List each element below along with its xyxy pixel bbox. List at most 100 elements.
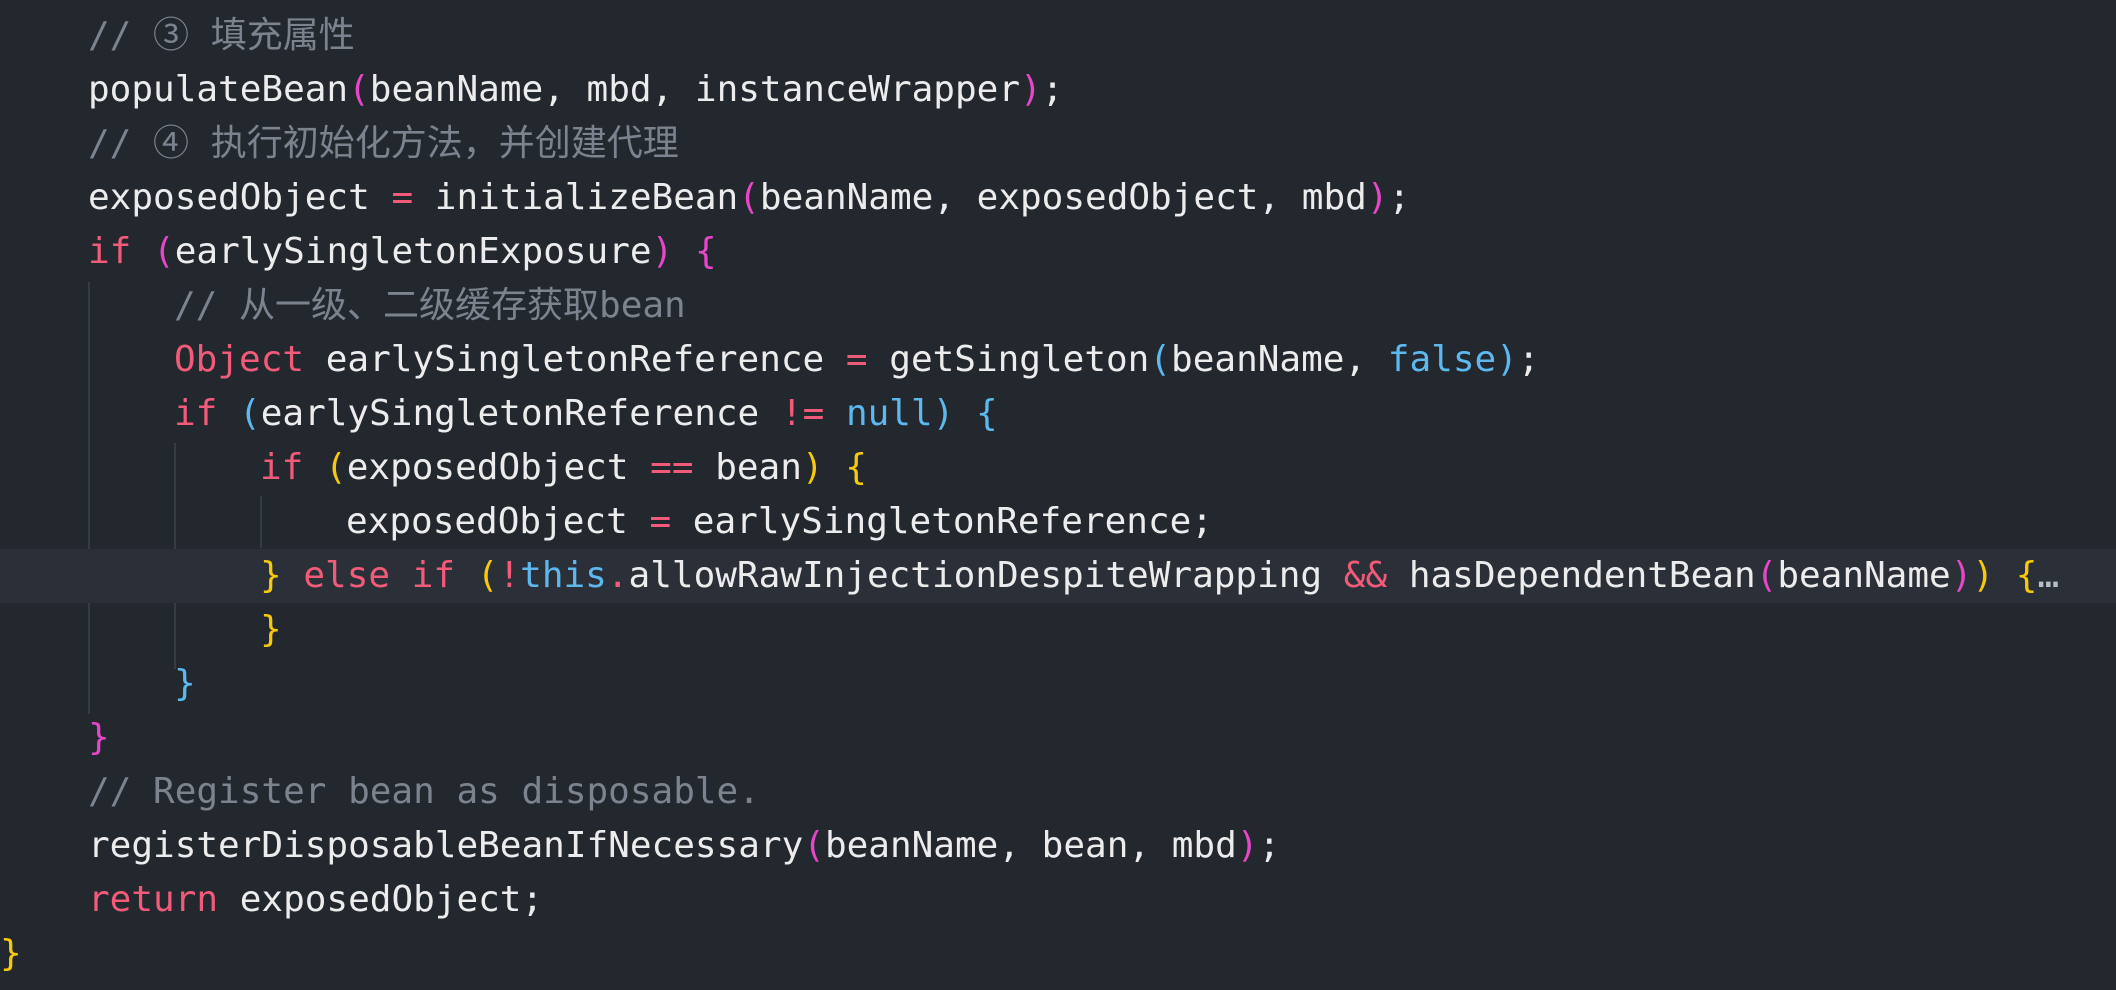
code-line[interactable]: if (earlySingletonReference != null) { xyxy=(0,387,2116,441)
code-line[interactable]: populateBean(beanName, mbd, instanceWrap… xyxy=(0,63,2116,117)
code-line[interactable]: return exposedObject; xyxy=(0,873,2116,927)
code-token: ) xyxy=(1950,555,1973,596)
code-token: != xyxy=(780,393,825,434)
code-token: ; xyxy=(1388,177,1411,218)
code-token: ) xyxy=(1366,177,1389,218)
code-token: if xyxy=(88,231,132,272)
code-token: = xyxy=(391,177,414,218)
code-line-content: } xyxy=(174,657,196,711)
code-line-content: if (earlySingletonReference != null) { xyxy=(174,387,998,441)
code-token: ) xyxy=(932,393,955,434)
code-token: ) xyxy=(1020,69,1042,110)
code-token: null xyxy=(845,393,933,434)
code-token: ( xyxy=(325,447,347,488)
code-line-content: populateBean(beanName, mbd, instanceWrap… xyxy=(88,63,1063,117)
code-token: this xyxy=(520,555,607,596)
code-token: beanName, xyxy=(1171,339,1388,380)
code-token: ( xyxy=(153,231,175,272)
code-line-content: } xyxy=(0,927,22,981)
code-line-content: if (earlySingletonExposure) { xyxy=(88,225,717,279)
code-line[interactable]: } else if (!this.allowRawInjectionDespit… xyxy=(0,549,2116,603)
code-token: ( xyxy=(803,825,825,866)
code-token: beanName, exposedObject, mbd xyxy=(759,177,1367,218)
code-token: } xyxy=(0,933,22,974)
code-line-content: // Register bean as disposable. xyxy=(88,765,760,819)
code-token: ( xyxy=(476,555,499,596)
code-token: ( xyxy=(1149,339,1172,380)
code-token: beanName, bean, mbd xyxy=(824,825,1237,866)
code-line[interactable]: registerDisposableBeanIfNecessary(beanNa… xyxy=(0,819,2116,873)
code-line-content: if (exposedObject == bean) { xyxy=(260,441,867,495)
code-line[interactable]: Object earlySingletonReference = getSing… xyxy=(0,333,2116,387)
code-token: } xyxy=(260,555,282,596)
code-token: else if xyxy=(303,555,456,596)
code-line[interactable]: } xyxy=(0,603,2116,657)
code-token: populateBean xyxy=(88,69,349,110)
code-token: ) xyxy=(651,231,674,272)
code-token: earlySingletonReference; xyxy=(671,501,1213,542)
code-line[interactable]: } xyxy=(0,927,2116,981)
code-token: exposedObject; xyxy=(218,879,544,920)
code-token: // ③ 填充属性 xyxy=(88,15,355,56)
code-line[interactable]: // ④ 执行初始化方法，并创建代理 xyxy=(0,117,2116,171)
code-token: } xyxy=(174,663,196,704)
code-line-content: exposedObject = initializeBean(beanName,… xyxy=(88,171,1410,225)
code-line[interactable]: // 从一级、二级缓存获取bean xyxy=(0,279,2116,333)
code-line-content: // ④ 执行初始化方法，并创建代理 xyxy=(88,117,679,171)
code-token: false xyxy=(1387,339,1497,380)
code-token: { xyxy=(976,393,998,434)
code-token: . xyxy=(606,555,629,596)
code-token: earlySingletonExposure xyxy=(174,231,652,272)
code-token: { xyxy=(845,447,867,488)
code-line[interactable]: exposedObject = earlySingletonReference; xyxy=(0,495,2116,549)
code-line-content: // ③ 填充属性 xyxy=(88,9,355,63)
code-line-content: } xyxy=(260,603,282,657)
code-line-content: registerDisposableBeanIfNecessary(beanNa… xyxy=(88,819,1280,873)
code-token: // Register bean as disposable. xyxy=(88,771,760,812)
code-line-content: } xyxy=(88,711,110,765)
code-line[interactable]: if (earlySingletonExposure) { xyxy=(0,225,2116,279)
code-line-content: return exposedObject; xyxy=(88,873,543,927)
code-token: if xyxy=(174,393,218,434)
code-line[interactable]: // Register bean as disposable. xyxy=(0,765,2116,819)
code-token: getSingleton xyxy=(867,339,1150,380)
code-token: ; xyxy=(1258,825,1281,866)
code-line[interactable]: // ③ 填充属性 xyxy=(0,9,2116,63)
code-token: Object xyxy=(174,339,305,380)
code-token: ) xyxy=(1236,825,1259,866)
code-token: = xyxy=(845,339,868,380)
fold-ellipsis-icon[interactable]: … xyxy=(2037,555,2059,596)
code-line-content: Object earlySingletonReference = getSing… xyxy=(174,333,1540,387)
code-editor[interactable]: // ③ 填充属性 populateBean(beanName, mbd, ins… xyxy=(0,0,2116,990)
code-token: ; xyxy=(1041,69,1064,110)
code-token: return xyxy=(88,879,219,920)
code-token: earlySingletonReference xyxy=(260,393,781,434)
code-token: ) xyxy=(1972,555,1995,596)
code-token: == xyxy=(650,447,694,488)
code-line[interactable]: } xyxy=(0,711,2116,765)
code-token: } xyxy=(88,717,110,758)
code-token: } xyxy=(260,609,282,650)
code-token: beanName xyxy=(1777,555,1951,596)
code-token: bean xyxy=(693,447,802,488)
code-line-content: // 从一级、二级缓存获取bean xyxy=(174,279,686,333)
code-token: // 从一级、二级缓存获取bean xyxy=(174,285,686,326)
code-token: ( xyxy=(738,177,760,218)
code-line[interactable]: exposedObject = initializeBean(beanName,… xyxy=(0,171,2116,225)
code-token: allowRawInjectionDespiteWrapping xyxy=(628,555,1344,596)
code-token: { xyxy=(694,231,717,272)
code-token: registerDisposableBeanIfNecessary xyxy=(88,825,804,866)
code-line[interactable]: } xyxy=(0,657,2116,711)
code-token: { xyxy=(2015,555,2038,596)
code-token: = xyxy=(649,501,672,542)
code-line[interactable]: if (exposedObject == bean) { xyxy=(0,441,2116,495)
code-token: ( xyxy=(1755,555,1778,596)
code-token: // ④ 执行初始化方法，并创建代理 xyxy=(88,123,679,164)
code-token: exposedObject xyxy=(88,177,392,218)
